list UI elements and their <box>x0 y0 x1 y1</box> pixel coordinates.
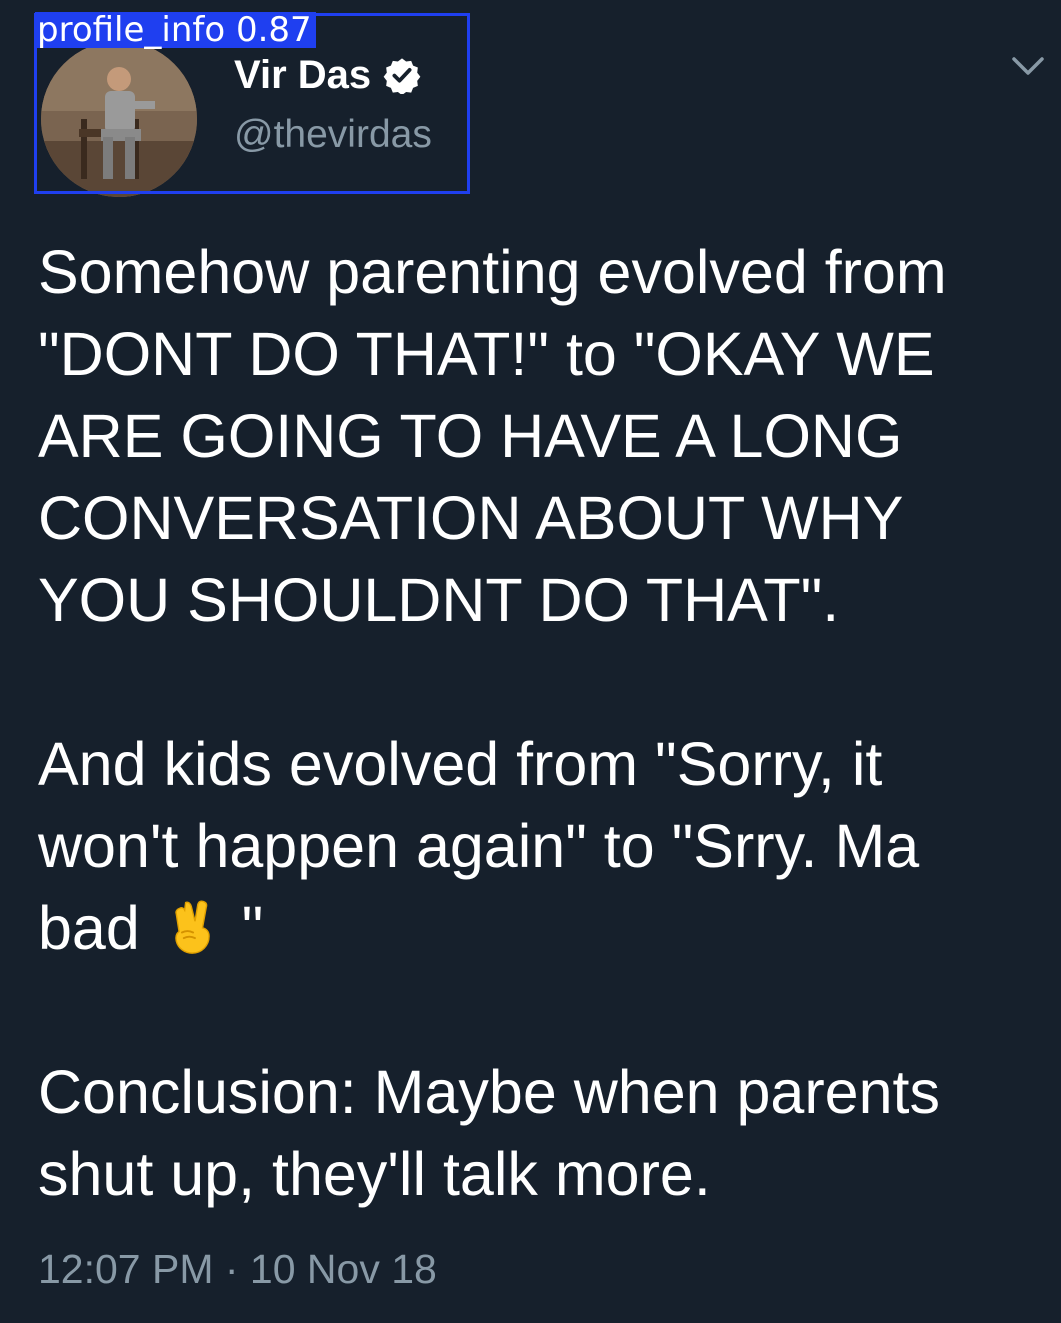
tweet-line: ARE GOING TO HAVE A LONG <box>38 402 903 470</box>
tweet-line: Conclusion: Maybe when parents <box>38 1058 940 1126</box>
tweet-timestamp[interactable]: 12:07 PM · 10 Nov 18 <box>38 1245 437 1293</box>
tweet-line: YOU SHOULDNT DO THAT". <box>38 566 840 634</box>
tweet-detail: Vir Das @thevirdas Somehow parenting evo… <box>0 0 1061 1323</box>
tweet-line: And kids evolved from "Sorry, it <box>38 730 883 798</box>
tweet-line: CONVERSATION ABOUT WHY <box>38 484 904 552</box>
tweet-line: bad <box>38 894 157 962</box>
detection-label: profile_info 0.87 <box>35 12 316 48</box>
victory-hand-icon <box>174 900 210 954</box>
detection-label-name: profile_info <box>37 10 226 50</box>
tweet-line: "DONT DO THAT!" to "OKAY WE <box>38 320 935 388</box>
detection-score: 0.87 <box>235 10 312 50</box>
tweet-text: Somehow parenting evolved from "DONT DO … <box>38 231 1043 1215</box>
tweet-line-tail: " <box>224 894 264 962</box>
tweet-line: won't happen again" to "Srry. Ma <box>38 812 920 880</box>
chevron-down-icon[interactable] <box>1010 52 1046 80</box>
tweet-line: Somehow parenting evolved from <box>38 238 947 306</box>
tweet-line: shut up, they'll talk more. <box>38 1140 711 1208</box>
